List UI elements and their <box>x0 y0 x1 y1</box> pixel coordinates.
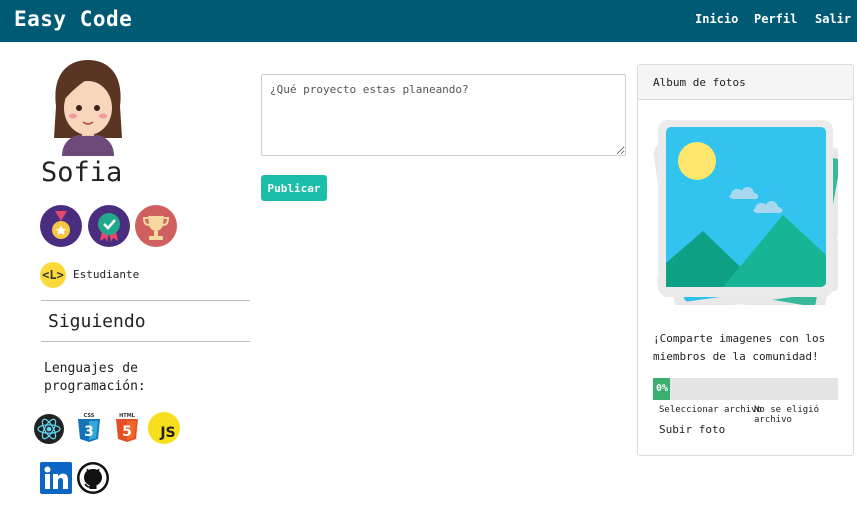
file-status: No se eligió archivo <box>754 405 820 425</box>
divider <box>41 341 250 342</box>
css3-icon: CSS 3 <box>78 413 100 442</box>
post-input[interactable] <box>261 74 626 156</box>
photo-album-card: Album de fotos ¡Comparte imagenes con lo… <box>637 64 854 456</box>
github-icon[interactable] <box>77 462 109 494</box>
svg-text:5: 5 <box>122 424 132 440</box>
react-icon <box>34 414 64 444</box>
nav-profile-link[interactable]: Perfil <box>754 12 797 26</box>
publish-button[interactable]: Publicar <box>261 175 327 201</box>
linkedin-icon[interactable] <box>40 462 72 494</box>
javascript-icon: JS <box>148 412 180 444</box>
level-icon: <L> <box>40 262 66 288</box>
svg-text:HTML: HTML <box>119 413 136 419</box>
avatar <box>54 60 122 156</box>
choose-file-button[interactable]: Seleccionar archivo <box>659 405 762 415</box>
album-description: ¡Comparte imagenes con los miembros de l… <box>653 332 826 363</box>
following-link[interactable]: Siguiendo <box>48 311 146 332</box>
photo-stack-icon <box>653 120 838 305</box>
navbar: Easy Code Inicio Perfil Salir <box>0 0 857 42</box>
trophy-icon <box>135 205 177 247</box>
card-title: Album de fotos <box>653 76 746 89</box>
svg-text:3: 3 <box>84 424 94 440</box>
card-header: Album de fotos <box>638 65 853 100</box>
languages-title: Lenguajes de programación: <box>44 361 146 394</box>
divider <box>41 300 250 301</box>
progress-label: 0% <box>653 378 670 400</box>
ribbon-icon <box>88 205 130 247</box>
level-label: Estudiante <box>73 268 140 281</box>
svg-text:JS: JS <box>159 425 175 441</box>
upload-photo-button[interactable]: Subir foto <box>659 423 725 436</box>
profile-name: Sofia <box>41 157 123 188</box>
medal-icon <box>40 205 82 247</box>
svg-text:CSS: CSS <box>84 413 95 419</box>
brand-logo[interactable]: Easy Code <box>14 7 132 31</box>
nav-logout-link[interactable]: Salir <box>815 12 851 26</box>
html5-icon: HTML 5 <box>116 413 138 442</box>
nav-home-link[interactable]: Inicio <box>695 12 738 26</box>
upload-progress-bar: 0% <box>653 378 838 400</box>
